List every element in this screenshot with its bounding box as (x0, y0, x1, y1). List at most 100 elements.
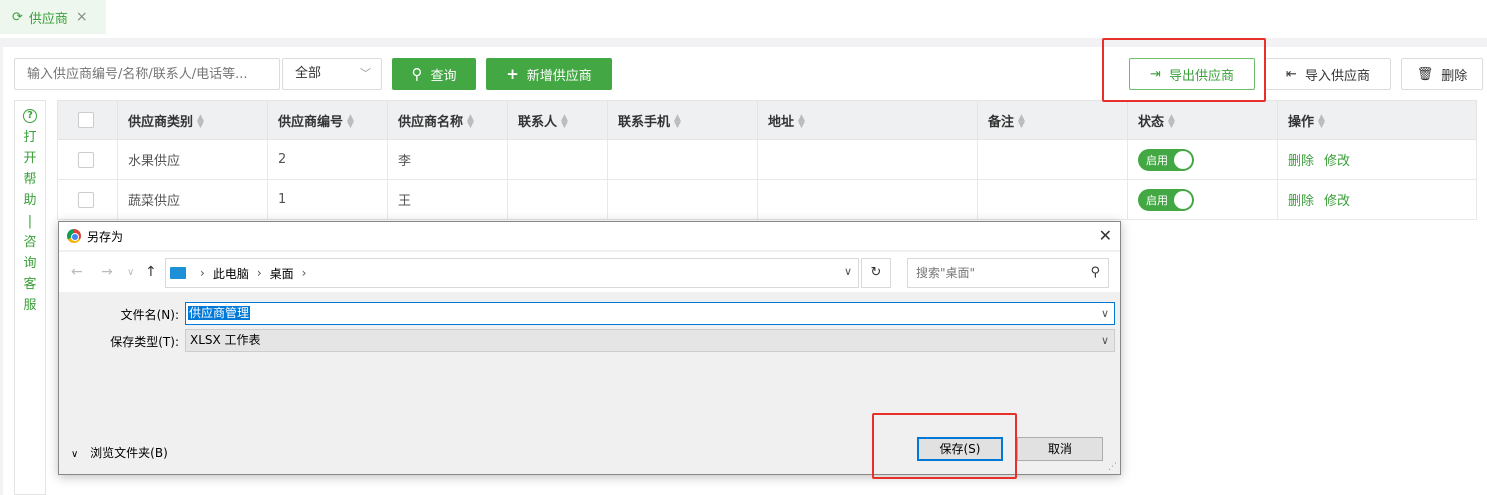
help-char: 询 (23, 256, 37, 271)
column-header[interactable]: 供应商名称 ▲ ▼ (387, 100, 508, 140)
chevron-down-icon: ﹀ (360, 67, 371, 80)
filename-label: 文件名(N): (120, 308, 179, 322)
close-icon[interactable]: ✕ (1099, 226, 1112, 245)
chevron-down-icon[interactable]: ∨ (1101, 303, 1109, 324)
help-char: 咨 (23, 235, 37, 250)
dialog-titlebar: 另存为 ✕ (59, 222, 1120, 250)
category-select[interactable]: 全部 ﹀ (282, 58, 382, 90)
filename-input[interactable]: 供应商管理 ∨ (185, 302, 1115, 325)
breadcrumb-desktop[interactable]: 桌面 (270, 265, 294, 282)
back-arrow-icon[interactable]: ← (71, 264, 83, 280)
column-header[interactable]: 操作 ▲ ▼ (1277, 100, 1477, 140)
import-supplier-button[interactable]: ⇤ 导入供应商 (1265, 58, 1391, 90)
help-char: 服 (23, 298, 37, 313)
up-arrow-icon[interactable]: ↑ (145, 264, 157, 280)
address-bar[interactable]: › 此电脑 › 桌面 › ∨ (165, 258, 859, 288)
chevron-down-icon: ∨ (1100, 334, 1109, 347)
chrome-icon (67, 229, 81, 243)
search-icon: ⚲ (1090, 265, 1100, 280)
sort-icon[interactable]: ▲ ▼ (197, 114, 204, 130)
refresh-button[interactable]: ↻ (861, 258, 891, 288)
help-sidebar[interactable]: ? 打开帮助 | 咨询客服 (14, 100, 46, 495)
breadcrumb-separator-icon: › (200, 266, 205, 280)
row-delete-link[interactable]: 删除 (1288, 154, 1314, 169)
computer-icon (170, 267, 186, 279)
filetype-label: 保存类型(T): (110, 335, 179, 349)
table-row[interactable]: 蔬菜供应 1 王 启用 删除 修改 (57, 179, 1477, 220)
tab-supplier[interactable]: ⟳ 供应商 × (0, 0, 106, 34)
cell-code: 2 (267, 139, 388, 180)
dialog-nav-row: ← → ∨ ↑ › 此电脑 › 桌面 › ∨ ↻ 搜索"桌面" ⚲ (59, 252, 1120, 292)
cell-contact (507, 139, 608, 180)
row-edit-link[interactable]: 修改 (1324, 194, 1350, 209)
delete-button[interactable]: 🗑 删除 (1401, 58, 1483, 90)
sort-icon[interactable]: ▲ ▼ (561, 114, 568, 130)
column-header[interactable]: 状态 ▲ ▼ (1127, 100, 1278, 140)
row-edit-link[interactable]: 修改 (1324, 154, 1350, 169)
search-input[interactable] (14, 58, 280, 90)
column-header[interactable]: 联系手机 ▲ ▼ (607, 100, 758, 140)
breadcrumb-separator-icon: › (301, 266, 307, 280)
help-char: 助 (23, 193, 37, 208)
filetype-value: XLSX 工作表 (190, 333, 261, 347)
question-icon: ? (23, 109, 37, 123)
tab-label: 供应商 (28, 11, 68, 27)
dialog-title: 另存为 (87, 229, 124, 244)
sort-icon[interactable]: ▲ ▼ (347, 114, 354, 130)
cell-code: 1 (267, 179, 388, 220)
highlight-box-export (1102, 38, 1266, 102)
recent-chevron-icon[interactable]: ∨ (127, 267, 134, 278)
help-char: 打 (23, 130, 37, 145)
table-row[interactable]: 水果供应 2 李 启用 删除 修改 (57, 139, 1477, 180)
import-supplier-label: 导入供应商 (1304, 68, 1370, 84)
query-button[interactable]: ⚲ 查询 (392, 58, 476, 90)
cell-ops: 删除 修改 (1277, 139, 1477, 180)
breadcrumb-this-pc[interactable]: 此电脑 (213, 265, 249, 282)
column-header[interactable]: 联系人 ▲ ▼ (507, 100, 608, 140)
add-supplier-button[interactable]: + 新增供应商 (486, 58, 612, 90)
resize-grip-icon[interactable]: ⋰ (1108, 462, 1117, 472)
column-header[interactable]: 备注 ▲ ▼ (977, 100, 1128, 140)
help-char: 客 (23, 277, 37, 292)
query-button-label: 查询 (430, 68, 457, 84)
plus-icon: + (506, 65, 519, 83)
help-text: 打开帮助 | 咨询客服 (15, 127, 45, 316)
cell-name: 王 (387, 179, 508, 220)
status-toggle[interactable]: 启用 (1138, 148, 1194, 171)
help-char: | (27, 214, 33, 229)
column-header[interactable]: 供应商编号 ▲ ▼ (267, 100, 388, 140)
row-checkbox[interactable] (78, 151, 94, 168)
sort-icon[interactable]: ▲ ▼ (674, 114, 681, 130)
tab-bar: ⟳ 供应商 × (0, 0, 1487, 38)
cell-contact (507, 179, 608, 220)
cell-phone (607, 179, 758, 220)
column-header[interactable]: 供应商类别 ▲ ▼ (117, 100, 268, 140)
cancel-button[interactable]: 取消 (1017, 437, 1103, 461)
sort-icon[interactable]: ▲ ▼ (798, 114, 805, 130)
breadcrumb-separator-icon: › (256, 266, 262, 280)
sort-icon[interactable]: ▲ ▼ (1318, 114, 1325, 130)
header-checkbox-cell (57, 100, 118, 140)
chevron-down-icon[interactable]: ∨ (844, 265, 852, 278)
filetype-select[interactable]: XLSX 工作表 ∨ (185, 329, 1115, 352)
sort-icon[interactable]: ▲ ▼ (467, 114, 474, 130)
status-toggle[interactable]: 启用 (1138, 188, 1194, 211)
delete-button-label: 删除 (1441, 68, 1468, 84)
cell-note (977, 139, 1128, 180)
forward-arrow-icon[interactable]: → (101, 264, 113, 280)
cell-name: 李 (387, 139, 508, 180)
supplier-table: 供应商类别 ▲ ▼ 供应商编号 ▲ ▼ 供应商名称 ▲ ▼ 联系人 ▲ ▼ 联系手机 ▲ ▼ 地址 ▲… (57, 100, 1477, 220)
cell-ops: 删除 修改 (1277, 179, 1477, 220)
sort-icon[interactable]: ▲ ▼ (1018, 114, 1025, 130)
refresh-icon[interactable]: ⟳ (12, 10, 23, 25)
row-delete-link[interactable]: 删除 (1288, 194, 1314, 209)
select-all-checkbox[interactable] (78, 112, 94, 128)
browse-folders-toggle[interactable]: ∨ 浏览文件夹(B) (71, 444, 168, 461)
dialog-search-input[interactable]: 搜索"桌面" ⚲ (907, 258, 1109, 288)
column-header[interactable]: 地址 ▲ ▼ (757, 100, 978, 140)
toggle-knob (1174, 190, 1192, 209)
sort-icon[interactable]: ▲ ▼ (1168, 114, 1175, 130)
import-icon: ⇤ (1286, 66, 1297, 82)
close-icon[interactable]: × (76, 9, 88, 25)
row-checkbox[interactable] (78, 191, 94, 208)
